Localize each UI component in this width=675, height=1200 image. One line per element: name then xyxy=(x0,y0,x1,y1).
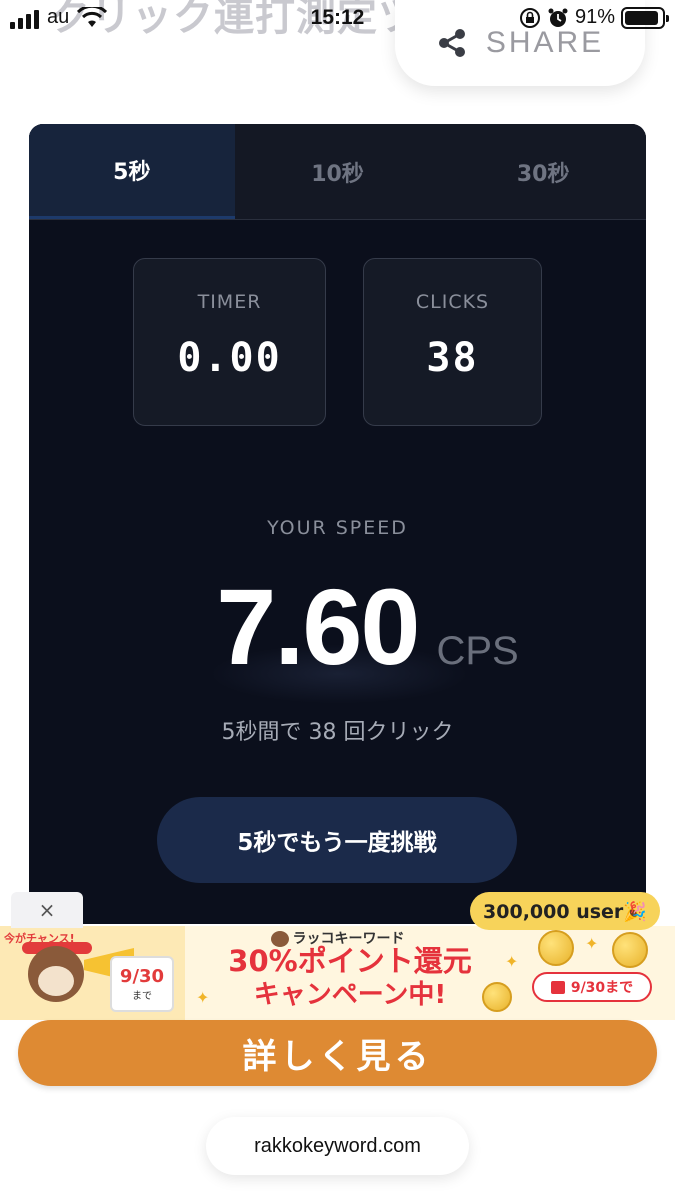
timer-label: TIMER xyxy=(197,291,262,313)
sparkle-icon: ✦ xyxy=(196,988,210,1007)
retry-button[interactable]: 5秒でもう一度挑戦 xyxy=(157,797,517,883)
ad-date-text: 9/30まで xyxy=(570,980,634,996)
calendar-date: 9/30 xyxy=(119,966,165,987)
ad-date-pill: 9/30まで xyxy=(532,972,652,1002)
speed-unit: CPS xyxy=(436,629,519,673)
clicks-label: CLICKS xyxy=(415,291,490,313)
clicks-box: CLICKS 38 xyxy=(363,258,542,426)
calendar-card: 9/30 まで xyxy=(110,956,174,1012)
click-test-card: 5秒 10秒 30秒 TIMER 0.00 CLICKS 38 YOUR SPE… xyxy=(29,124,646,924)
site-url-pill[interactable]: rakkokeyword.com xyxy=(206,1117,469,1175)
speed-summary: 5秒間で 38 回クリック xyxy=(221,720,454,745)
ad-headline: 30%ポイント還元 キャンペーン中! xyxy=(200,944,500,1012)
status-bar: au 15:12 91% xyxy=(0,0,675,40)
speed-label: YOUR SPEED xyxy=(267,517,408,539)
alarm-icon xyxy=(548,8,568,27)
speed-display: 7.60 CPS xyxy=(29,564,646,689)
ad-headline-line2: キャンペーン中! xyxy=(253,980,447,1010)
ad-cta-button[interactable]: 詳しく見る xyxy=(18,1020,657,1086)
ad-banner[interactable]: 今がチャンス! 9/30 まで ラッコキーワード 30%ポイント還元 キャンペー… xyxy=(0,926,675,1020)
calendar-icon xyxy=(550,980,565,994)
orientation-lock-icon xyxy=(519,7,540,28)
tab-30s[interactable]: 30秒 xyxy=(440,124,646,219)
coin-icon xyxy=(612,932,648,968)
coin-icon xyxy=(482,982,512,1012)
clicks-value: 38 xyxy=(426,335,479,381)
battery-icon xyxy=(621,6,669,29)
sparkle-icon: ✦ xyxy=(585,934,599,953)
coin-icon xyxy=(538,930,574,966)
battery-percent: 91% xyxy=(574,6,615,28)
calendar-suffix: まで xyxy=(132,991,152,1002)
tab-5s[interactable]: 5秒 xyxy=(29,124,235,219)
user-count-badge: 300,000 user🎉 xyxy=(470,892,660,930)
sparkle-icon: ✦ xyxy=(505,952,519,971)
ad-close-button[interactable]: × xyxy=(11,892,83,928)
timer-value: 0.00 xyxy=(177,335,282,381)
timer-box: TIMER 0.00 xyxy=(133,258,326,426)
duration-tabs: 5秒 10秒 30秒 xyxy=(29,124,646,220)
ad-headline-line1: 30%ポイント還元 xyxy=(228,944,472,978)
tab-10s[interactable]: 10秒 xyxy=(235,124,441,219)
speed-value: 7.60 xyxy=(216,566,420,687)
